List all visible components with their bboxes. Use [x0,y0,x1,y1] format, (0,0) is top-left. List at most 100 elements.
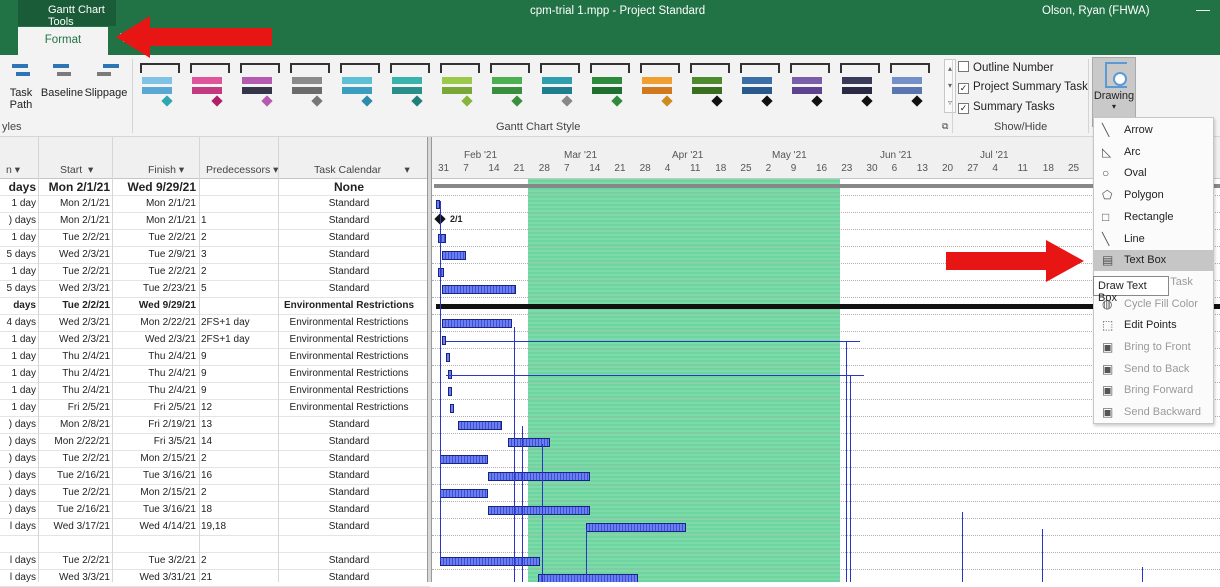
table-cell[interactable]: Wed 3/17/21 [40,521,110,532]
table-cell[interactable]: Fri 2/19/21 [114,419,196,430]
table-cell[interactable]: Tue 2/2/21 [114,232,196,243]
table-cell[interactable]: Tue 3/2/21 [114,555,196,566]
table-cell[interactable]: 19,18 [201,521,276,532]
table-cell[interactable]: Fri 2/5/21 [40,402,110,413]
task-bar[interactable] [538,574,638,582]
outline-number-checkbox[interactable]: Outline Number [958,61,1054,74]
gantt-style-swatch[interactable] [786,59,832,111]
table-cell[interactable]: Wed 2/3/21 [40,317,110,328]
gantt-style-swatch[interactable] [636,59,682,111]
gantt-style-swatch[interactable] [736,59,782,111]
gantt-style-swatch[interactable] [436,59,482,111]
task-bar[interactable] [442,251,466,260]
task-bar[interactable] [442,319,512,328]
table-cell[interactable]: 13 [201,419,276,430]
task-bar[interactable] [446,353,450,362]
menu-item-bring-forward[interactable]: ▣ Bring Forward [1094,380,1213,401]
table-cell[interactable]: 9 [201,351,276,362]
gantt-style-swatch[interactable] [686,59,732,111]
table-cell[interactable]: 4 days [2,317,36,328]
table-cell[interactable]: Wed 9/29/21 [114,300,196,311]
table-cell[interactable]: Wed 2/3/21 [40,334,110,345]
table-cell[interactable]: Tue 2/2/21 [40,453,110,464]
table-row[interactable]: 4 days Wed 2/3/21 Mon 2/22/21 2FS+1 day Envi… [0,315,430,332]
table-cell[interactable]: 14 [201,436,276,447]
task-bar[interactable] [450,404,454,413]
table-cell[interactable]: Thu 2/4/21 [114,368,196,379]
table-cell[interactable]: Standard [280,487,418,498]
table-cell[interactable]: Standard [280,215,418,226]
table-cell[interactable]: 2 [201,453,276,464]
gantt-style-swatch[interactable] [836,59,882,111]
table-cell[interactable]: ) days [2,436,36,447]
table-cell[interactable]: 21 [201,572,276,583]
table-cell[interactable]: Tue 2/2/21 [40,487,110,498]
table-cell[interactable]: Mon 2/15/21 [114,453,196,464]
table-cell[interactable]: l days [2,572,36,583]
table-cell[interactable]: Standard [280,470,418,481]
user-name[interactable]: Olson, Ryan (FHWA) [1042,5,1150,17]
table-cell[interactable]: 5 [201,283,276,294]
table-cell[interactable]: 2 [201,266,276,277]
table-cell[interactable]: 5 days [2,283,36,294]
table-cell[interactable]: Environmental Restrictions [280,385,418,396]
table-cell[interactable]: 1 day [2,334,36,345]
table-cell[interactable]: 1 day [2,402,36,413]
table-row[interactable]: 1 day Tue 2/2/21 Tue 2/2/21 2 Standard [0,264,430,281]
table-cell[interactable]: Mon 2/15/21 [114,487,196,498]
table-cell[interactable]: Tue 2/16/21 [40,470,110,481]
table-cell[interactable]: Standard [280,283,418,294]
table-cell[interactable]: Mon 2/8/21 [40,419,110,430]
table-row[interactable]: 1 day Thu 2/4/21 Thu 2/4/21 9 Environmental … [0,366,430,383]
table-cell[interactable]: Tue 2/2/21 [40,232,110,243]
table-cell[interactable]: 9 [201,368,276,379]
table-cell[interactable]: 1 [201,215,276,226]
tab-format[interactable]: Format [18,27,108,55]
table-cell[interactable]: Thu 2/4/21 [40,385,110,396]
table-cell[interactable]: Thu 2/4/21 [40,368,110,379]
task-bar[interactable] [488,506,590,515]
task-bar[interactable] [442,285,516,294]
menu-item-rectangle[interactable]: □ Rectangle [1094,207,1213,228]
menu-item-oval[interactable]: ○ Oval [1094,163,1213,184]
table-cell[interactable]: l days [2,555,36,566]
table-cell[interactable]: Standard [280,436,418,447]
table-cell[interactable]: Wed 4/14/21 [114,521,196,532]
dialog-launcher-icon[interactable]: ⧉ [942,121,948,132]
table-cell[interactable]: 2FS+1 day [201,317,276,328]
table-cell[interactable]: Environmental Restrictions [280,402,418,413]
gantt-style-swatch[interactable] [186,59,232,111]
table-cell[interactable]: Standard [280,232,418,243]
table-cell[interactable]: 5 days [2,249,36,260]
table-cell[interactable]: 1 day [2,266,36,277]
table-cell[interactable]: 1 day [2,198,36,209]
table-cell[interactable]: ) days [2,419,36,430]
menu-item-line[interactable]: ╲ Line [1094,229,1213,250]
summary-tasks-checkbox[interactable]: ✓ Summary Tasks [958,101,1055,114]
task-bar[interactable] [586,523,686,532]
table-cell[interactable]: Thu 2/4/21 [40,351,110,362]
gantt-style-swatch[interactable] [286,59,332,111]
table-cell[interactable]: Mon 2/1/21 [114,198,196,209]
table-cell[interactable]: ) days [2,487,36,498]
table-row[interactable]: ) days Mon 2/22/21 Fri 3/5/21 14 Standard [0,434,430,451]
table-cell[interactable]: 2FS+1 day [201,334,276,345]
table-cell[interactable]: 2 [201,487,276,498]
table-row[interactable]: ) days Tue 2/2/21 Mon 2/15/21 2 Standard [0,485,430,502]
table-row[interactable]: 5 days Wed 2/3/21 Tue 2/23/21 5 Standard [0,281,430,298]
task-bar[interactable] [440,557,540,566]
task-bar[interactable] [488,472,590,481]
table-cell[interactable]: Tue 3/16/21 [114,504,196,515]
table-row[interactable]: l days Wed 3/3/21 Wed 3/31/21 21 Standard [0,570,430,587]
table-row[interactable]: l days Tue 2/2/21 Tue 3/2/21 2 Standard [0,553,430,570]
table-cell[interactable]: 16 [201,470,276,481]
gantt-style-swatch[interactable] [136,59,182,111]
task-bar[interactable] [438,268,444,277]
table-cell[interactable]: 12 [201,402,276,413]
table-cell[interactable]: Tue 2/2/21 [40,300,110,311]
table-cell[interactable]: ) days [2,215,36,226]
table-cell[interactable]: Mon 2/1/21 [114,215,196,226]
table-row[interactable]: 5 days Wed 2/3/21 Tue 2/9/21 3 Standard [0,247,430,264]
table-cell[interactable]: Standard [280,198,418,209]
table-row[interactable]: 1 day Wed 2/3/21 Wed 2/3/21 2FS+1 day Enviro… [0,332,430,349]
